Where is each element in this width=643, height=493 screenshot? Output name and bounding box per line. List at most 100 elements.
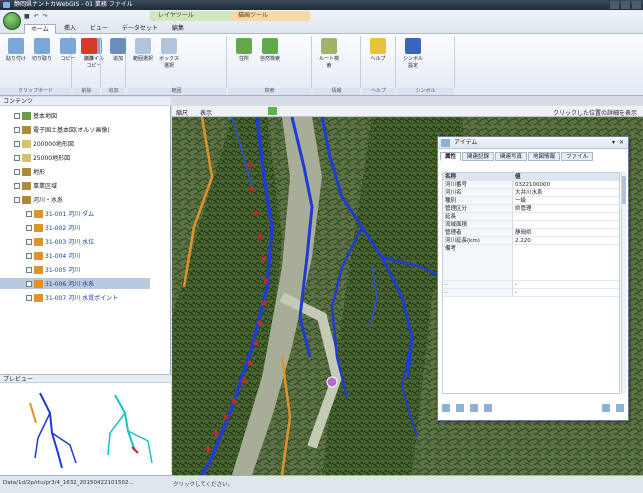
- layer-visibility-checkbox[interactable]: [14, 168, 20, 175]
- layer-visibility-checkbox[interactable]: [14, 112, 20, 119]
- layer-tree-item[interactable]: 25000地形図: [0, 152, 150, 163]
- attribute-row[interactable]: 備考: [443, 245, 619, 281]
- close-icon[interactable]: ✕: [619, 137, 624, 149]
- layer-tree-item[interactable]: 地形: [0, 166, 150, 177]
- preview-thumbnail-right[interactable]: [107, 394, 153, 464]
- attribute-tab-2[interactable]: 関連写真: [495, 152, 528, 161]
- layer-tree-item[interactable]: 31-001 河川 ダム: [0, 208, 150, 219]
- ribbon-button-4-1[interactable]: 自然検索: [258, 38, 282, 62]
- attribute-value: -: [515, 282, 517, 288]
- settings-icon[interactable]: [616, 404, 624, 412]
- layer-tree-item[interactable]: 基本地図: [0, 110, 150, 121]
- layer-visibility-checkbox[interactable]: [26, 266, 32, 273]
- map-location-pin-icon[interactable]: [326, 376, 338, 388]
- layer-tree-item[interactable]: 河川・水系: [0, 194, 150, 205]
- ribbon-button-3-1[interactable]: ボックス選択: [157, 38, 181, 69]
- map-toolbar-view[interactable]: 表示: [200, 108, 212, 117]
- ribbon-button-1-0[interactable]: 削除: [77, 38, 101, 62]
- attribute-row[interactable]: 流域面積: [443, 221, 619, 229]
- layer-tree-item[interactable]: 電子国土基本図(オルソ画像): [0, 124, 150, 135]
- attribute-row[interactable]: 河川名 大井川水系: [443, 189, 619, 197]
- scrollbar-thumb[interactable]: [622, 176, 626, 204]
- layer-label: 200000地形図: [33, 141, 74, 148]
- layer-visibility-checkbox[interactable]: [26, 224, 32, 231]
- map-nav-arrow-icon[interactable]: [268, 107, 277, 115]
- save-icon[interactable]: ■: [24, 13, 30, 20]
- map-click-hint: クリックした位置の詳細を表示: [552, 110, 637, 117]
- attribute-row[interactable]: 管理者 静岡県: [443, 229, 619, 237]
- ribbon-button-7-0[interactable]: シンボル設定: [401, 38, 425, 69]
- application-menu-button[interactable]: [3, 12, 21, 30]
- layer-visibility-checkbox[interactable]: [14, 154, 20, 161]
- pin-icon[interactable]: ▾: [612, 137, 615, 149]
- ribbon-button-5-0[interactable]: ルート検索: [317, 38, 341, 69]
- layer-tree-item[interactable]: 31-005 河川: [0, 264, 150, 275]
- layer-tree-item[interactable]: 31-006 河川 水系: [0, 278, 150, 289]
- export-icon[interactable]: [470, 404, 478, 412]
- attribute-tab-4[interactable]: ファイル: [561, 152, 594, 161]
- attribute-window-titlebar[interactable]: アイテム ▾ ✕: [438, 137, 628, 149]
- edit-icon[interactable]: [602, 404, 610, 412]
- attribute-grid-header: 名称値: [443, 173, 619, 181]
- ribbon-button-6-0[interactable]: ヘルプ: [366, 38, 390, 62]
- ribbon-button-4-0[interactable]: 住所: [232, 38, 256, 62]
- attribute-row[interactable]: --: [443, 289, 619, 297]
- attribute-row[interactable]: --: [443, 281, 619, 289]
- window-title: 静岡県ナントカWebGIS - 01 業務 ファイル: [14, 1, 133, 8]
- ribbon-button-0-0[interactable]: 貼り付け: [4, 38, 28, 62]
- zoom-to-feature-icon[interactable]: [442, 404, 450, 412]
- attribute-grid: 名称値河川番号 0322100000 河川名 大井川水系 種別 一級 管理区分 県管理 延長 流域…: [442, 172, 620, 394]
- attribute-row[interactable]: 河川番号 0322100000: [443, 181, 619, 189]
- ribbon-button-0-1[interactable]: 切り取り: [30, 38, 54, 62]
- undo-icon[interactable]: ↶: [34, 13, 39, 20]
- ribbon-tab-3[interactable]: データセット: [116, 24, 164, 34]
- attribute-window-icon: [441, 139, 450, 147]
- layer-visibility-checkbox[interactable]: [26, 210, 32, 217]
- ribbon-tab-4[interactable]: 編集: [166, 24, 190, 34]
- layer-visibility-checkbox[interactable]: [26, 238, 32, 245]
- highlight-icon[interactable]: [456, 404, 464, 412]
- ribbon-button-3-0[interactable]: 範囲選択: [131, 38, 155, 62]
- layer-visibility-checkbox[interactable]: [14, 140, 20, 147]
- ribbon-button-icon: [110, 38, 126, 54]
- ribbon-tab-1[interactable]: 挿入: [58, 24, 82, 34]
- layer-tree-item[interactable]: 31-004 河川: [0, 250, 150, 261]
- layer-label: 地形: [33, 169, 46, 176]
- layer-visibility-checkbox[interactable]: [26, 252, 32, 259]
- layer-visibility-checkbox[interactable]: [14, 126, 20, 133]
- attribute-key: -: [443, 281, 513, 288]
- ribbon-tab-2[interactable]: ビュー: [84, 24, 114, 34]
- redo-icon[interactable]: ↷: [43, 13, 48, 20]
- layer-tree-item[interactable]: 31-007 河川 水質ポイント: [0, 292, 150, 303]
- attribute-grid-scrollbar[interactable]: [621, 172, 626, 394]
- layer-visibility-checkbox[interactable]: [14, 196, 20, 203]
- filter-icon[interactable]: [484, 404, 492, 412]
- attribute-row[interactable]: 種別 一級: [443, 197, 619, 205]
- layer-visibility-checkbox[interactable]: [14, 182, 20, 189]
- ribbon-group-label: 情報: [313, 88, 360, 95]
- preview-thumbnail-left[interactable]: [29, 392, 77, 469]
- map-toolbar-scale[interactable]: 縮尺: [176, 108, 188, 117]
- attribute-window-tabs: 属性 関連記録 関連写真 地図情報 ファイル: [440, 152, 594, 161]
- attribute-window-toolbar: [442, 402, 624, 414]
- attribute-tab-1[interactable]: 関連記録: [462, 152, 495, 161]
- attribute-row[interactable]: 延長: [443, 213, 619, 221]
- layer-visibility-checkbox[interactable]: [26, 280, 32, 287]
- attribute-tab-3[interactable]: 地図情報: [528, 152, 561, 161]
- attribute-row[interactable]: 管理区分 県管理: [443, 205, 619, 213]
- maximize-button[interactable]: [621, 1, 630, 9]
- layer-tree-item[interactable]: 事業区域: [0, 180, 150, 191]
- layer-visibility-checkbox[interactable]: [26, 294, 32, 301]
- attribute-row[interactable]: 河川延長(km) 2.220: [443, 237, 619, 245]
- layer-tree-item[interactable]: 200000地形図: [0, 138, 150, 149]
- attribute-tab-0[interactable]: 属性: [440, 152, 462, 161]
- layer-tree-item[interactable]: 31-002 河川: [0, 222, 150, 233]
- close-button[interactable]: [632, 1, 641, 9]
- layer-tree-item[interactable]: 31-003 河川 水位: [0, 236, 150, 247]
- layer-label: 電子国土基本図(オルソ画像): [33, 127, 110, 134]
- ribbon-tab-0[interactable]: ホーム: [24, 24, 56, 34]
- status-path: Data/1d/2p/rtu/pr3/4_1632_20150422101502…: [3, 480, 134, 486]
- minimize-button[interactable]: [610, 1, 619, 9]
- ribbon-group-4: 住所 自然検索 検索: [228, 36, 312, 95]
- layer-label: 31-007 河川 水質ポイント: [45, 295, 119, 302]
